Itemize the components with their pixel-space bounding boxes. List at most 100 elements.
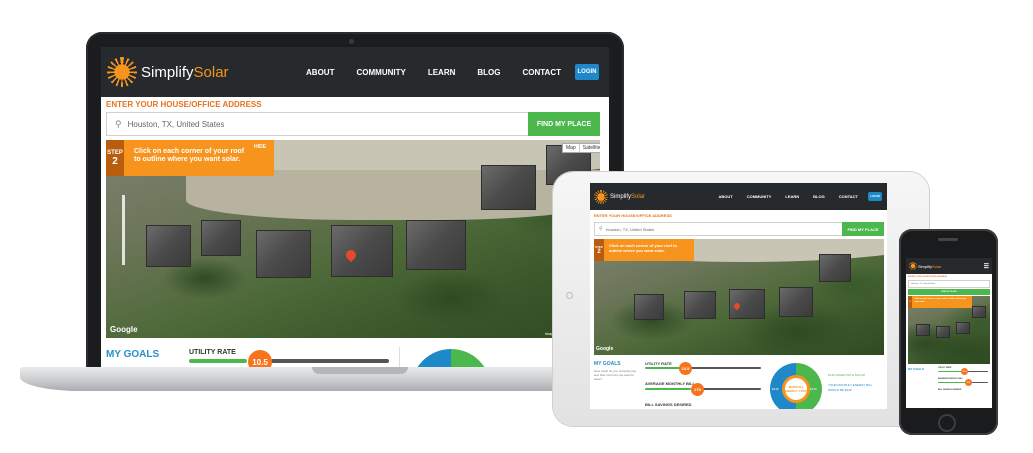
brand-solar: Solar (193, 63, 229, 81)
satellite-map[interactable]: 2 Click on each corner of your roof to o… (908, 296, 990, 364)
main-menu: ABOUT COMMUNITY LEARN BLOG CONTACT LOGIN (306, 64, 599, 80)
login-button[interactable]: LOGIN (868, 192, 882, 201)
house-roof (684, 291, 716, 319)
search-value: Houston, TX, United States (127, 119, 225, 129)
sun-logo-icon (909, 262, 917, 270)
satellite-map[interactable]: STEP 2 Click on each corner of your roof… (594, 239, 884, 355)
nav-contact[interactable]: CONTACT (522, 68, 561, 77)
goals-text: How much do you currently pay and how mu… (594, 369, 637, 381)
brand-simplify: Simplify (141, 63, 194, 81)
login-button[interactable]: LOGIN (575, 64, 599, 80)
house-roof (481, 165, 536, 210)
nav-learn[interactable]: LEARN (785, 194, 799, 199)
step-tooltip: 2 Click on each corner of your roof to o… (908, 296, 972, 308)
tablet-logo[interactable]: Simplify Solar (594, 189, 646, 204)
house-roof (201, 220, 241, 256)
step-text: Click on each corner of your roof to out… (914, 298, 966, 303)
search-input[interactable]: Houston, TX, United States (908, 280, 990, 288)
navbar: Simplify Solar ABOUT COMMUNITY LEARN BLOG… (101, 47, 609, 97)
google-logo: Google (110, 325, 138, 334)
find-my-place-button[interactable]: FIND MY PLACE (528, 112, 600, 136)
find-my-place-button[interactable]: FIND MY PLACE (842, 222, 884, 236)
zoom-slider[interactable] (122, 195, 125, 265)
map-type-satellite[interactable]: Satellite (580, 144, 600, 152)
brand-solar: Solar (631, 193, 646, 200)
utility-rate-label: UTILITY RATE (645, 361, 672, 366)
nav-community[interactable]: COMMUNITY (356, 68, 405, 77)
utility-rate-knob[interactable]: 10.5 (248, 350, 272, 367)
logo[interactable]: Simplify Solar (107, 57, 229, 87)
laptop-camera (349, 39, 354, 44)
house-roof (634, 294, 664, 320)
monthly-bill-knob[interactable]: 270 (691, 383, 704, 396)
utility-rate-track[interactable] (691, 367, 761, 369)
house-roof (916, 324, 930, 336)
house-roof (331, 225, 393, 277)
tablet-navbar: Simplify Solar ABOUT COMMUNITY LEARN BLOG… (590, 183, 887, 210)
utility-rate-label: UTILITY RATE (938, 367, 952, 369)
nav-blog[interactable]: BLOG (813, 194, 825, 199)
monthly-bill-track[interactable] (972, 382, 988, 383)
nav-about[interactable]: ABOUT (718, 194, 732, 199)
energy-donut-chart (411, 349, 491, 367)
nav-about[interactable]: ABOUT (306, 68, 334, 77)
hide-link[interactable]: HIDE (254, 140, 266, 176)
brand-simplify: Simplify (610, 193, 632, 200)
divider (399, 347, 400, 367)
monthly-bill-knob[interactable]: 270 (965, 379, 972, 386)
monthly-bill-fill (938, 382, 966, 383)
map-type-map[interactable]: Map (563, 144, 580, 152)
phone-navbar: Simplify Solar ☰ (906, 258, 992, 274)
donut-center: MONTHLY ENERGY COST (782, 375, 810, 403)
laptop-notch (312, 367, 408, 374)
utility-rate-label: UTILITY RATE (189, 349, 236, 356)
bill-savings-label: BILL SAVINGS DESIRED (645, 402, 692, 407)
house-roof (956, 322, 970, 334)
nav-community[interactable]: COMMUNITY (747, 194, 772, 199)
house-roof (779, 287, 813, 317)
map-type-toggle[interactable]: Map Satellite (562, 143, 600, 153)
address-label: ENTER YOUR HOUSE/OFFICE ADDRESS (106, 100, 262, 109)
monthly-bill-label: AVERAGE MONTHLY BILL (938, 378, 963, 380)
find-my-place-button[interactable]: FIND MY PLACE (908, 289, 990, 295)
house-roof (146, 225, 191, 267)
search-value: Houston, TX, United States (605, 226, 655, 232)
nav-contact[interactable]: CONTACT (839, 194, 858, 199)
new-bill-text: YOUR MONTHLY ENERGY BILL WOULD BE $140 (828, 383, 873, 392)
satellite-map[interactable]: STEP 2 Click on each corner of your roof… (106, 140, 600, 338)
driveway-strip (186, 170, 600, 220)
tablet-menu: ABOUT COMMUNITY LEARN BLOG CONTACT LOGIN (718, 192, 882, 201)
step-tooltip: STEP 2 Click on each corner of your roof… (106, 140, 274, 176)
step-number: 2 (909, 301, 911, 303)
monthly-bill-track[interactable] (701, 388, 761, 390)
step-badge: STEP 2 (106, 140, 124, 176)
utility-rate-track[interactable] (271, 359, 389, 363)
donut-left-value: $140 (772, 387, 779, 391)
step-number: 2 (112, 155, 118, 167)
search-input[interactable]: ⚲ Houston, TX, United States (106, 112, 530, 136)
tablet-screen: Simplify Solar ABOUT COMMUNITY LEARN BLOG… (590, 183, 887, 409)
utility-rate-knob[interactable]: 10.5 (961, 368, 968, 375)
phone-logo[interactable]: Simplify Solar (909, 262, 941, 270)
search-icon: ⚲ (115, 118, 122, 129)
brand-solar: Solar (932, 263, 942, 269)
monthly-bill-label: AVERAGE MONTHLY BILL (645, 381, 695, 386)
nav-learn[interactable]: LEARN (428, 68, 456, 77)
sun-logo-icon (594, 189, 608, 204)
phone-menu: ☰ (984, 263, 989, 270)
tablet-home-button (566, 292, 573, 299)
utility-rate-track[interactable] (968, 371, 988, 372)
sun-logo-icon (107, 57, 137, 87)
house-roof (256, 230, 311, 278)
search-input[interactable]: ⚲ Houston, TX, United States (594, 222, 844, 236)
brand-simplify: Simplify (918, 263, 933, 269)
monthly-bill-fill (645, 388, 691, 390)
phone-speaker (938, 238, 958, 241)
step-badge: STEP 2 (594, 239, 604, 261)
nav-blog[interactable]: BLOG (477, 68, 500, 77)
hamburger-menu-icon[interactable]: ☰ (984, 263, 989, 270)
donut-right-value: $140 (810, 387, 817, 391)
house-roof (819, 254, 851, 282)
utility-rate-knob[interactable]: 10.5 (679, 362, 692, 375)
search-value: Houston, TX, United States (911, 283, 936, 285)
